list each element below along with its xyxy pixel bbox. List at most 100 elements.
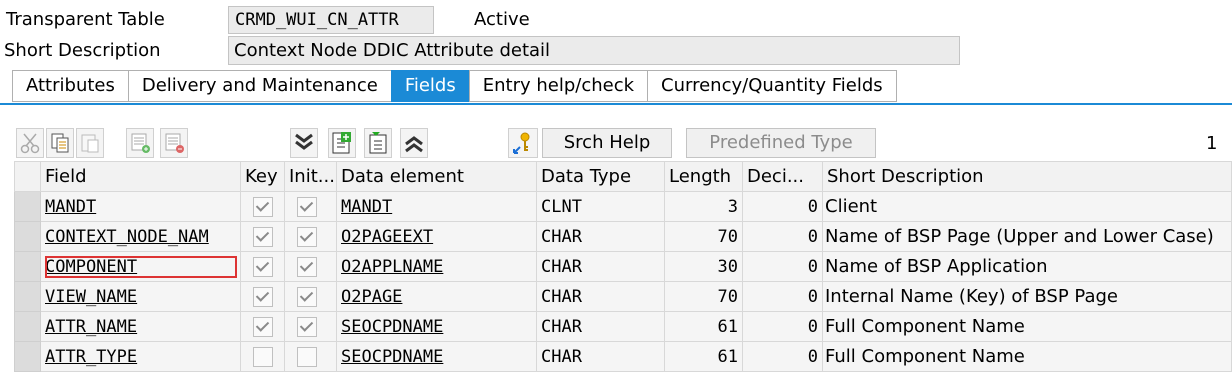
- length-cell[interactable]: 70: [664, 221, 743, 252]
- initial-values-checkbox[interactable]: [297, 286, 317, 307]
- tab-entry-help-check[interactable]: Entry help/check: [468, 70, 648, 102]
- short-description-cell: Internal Name (Key) of BSP Page: [822, 281, 1232, 312]
- decimals-cell[interactable]: 0: [742, 251, 823, 282]
- data-element-link[interactable]: O2PAGEEXT: [341, 227, 433, 247]
- length-cell[interactable]: 70: [664, 281, 743, 312]
- tab-attributes[interactable]: Attributes: [12, 70, 128, 102]
- length-cell[interactable]: 30: [664, 251, 743, 282]
- field-cell[interactable]: COMPONENT: [40, 251, 241, 282]
- search-help-button[interactable]: Srch Help: [542, 128, 672, 158]
- insert-row-icon[interactable]: [126, 128, 154, 158]
- data-type-cell[interactable]: CLNT: [536, 191, 665, 222]
- insert-field-icon[interactable]: [328, 128, 356, 158]
- field-name[interactable]: CONTEXT_NODE_NAM: [45, 227, 209, 247]
- delete-row-icon[interactable]: [160, 128, 188, 158]
- column-header-data-type[interactable]: Data Type: [536, 161, 665, 192]
- fields-table: Field Key Init... Data element Data Type…: [14, 161, 1232, 372]
- field-cell[interactable]: ATTR_TYPE: [40, 341, 241, 372]
- key-checkbox-cell: [240, 311, 285, 342]
- field-cell[interactable]: MANDT: [40, 191, 241, 222]
- data-element-link[interactable]: O2PAGE: [341, 287, 402, 307]
- data-type-cell[interactable]: CHAR: [536, 281, 665, 312]
- length-cell[interactable]: 61: [664, 341, 743, 372]
- key-checkbox[interactable]: [253, 226, 273, 247]
- row-selector-header[interactable]: [14, 161, 41, 192]
- initial-values-checkbox[interactable]: [297, 256, 317, 277]
- decimals-cell[interactable]: 0: [742, 191, 823, 222]
- table-header-row: Field Key Init... Data element Data Type…: [14, 161, 1232, 192]
- column-header-decimals[interactable]: Deci...: [742, 161, 823, 192]
- expand-all-icon[interactable]: [290, 128, 318, 158]
- decimals-cell[interactable]: 0: [742, 221, 823, 252]
- key-checkbox[interactable]: [253, 256, 273, 277]
- data-element-cell[interactable]: SEOCPDNAME: [336, 311, 537, 342]
- column-header-short-description[interactable]: Short Description: [822, 161, 1232, 192]
- collapse-all-icon[interactable]: [400, 128, 428, 158]
- tab-currency-quantity-fields[interactable]: Currency/Quantity Fields: [647, 70, 897, 102]
- initial-values-checkbox[interactable]: [297, 226, 317, 247]
- row-selector[interactable]: [14, 311, 41, 342]
- field-name[interactable]: ATTR_TYPE: [45, 347, 137, 367]
- column-header-key[interactable]: Key: [240, 161, 285, 192]
- data-element-cell[interactable]: O2PAGE: [336, 281, 537, 312]
- predefined-type-button[interactable]: Predefined Type: [686, 128, 876, 158]
- initial-values-checkbox[interactable]: [297, 316, 317, 337]
- field-cell[interactable]: VIEW_NAME: [40, 281, 241, 312]
- data-element-link[interactable]: SEOCPDNAME: [341, 317, 443, 337]
- data-type-cell[interactable]: CHAR: [536, 251, 665, 282]
- initial-values-checkbox[interactable]: [297, 346, 317, 367]
- short-description-cell: Name of BSP Page (Upper and Lower Case): [822, 221, 1232, 252]
- data-type-cell[interactable]: CHAR: [536, 341, 665, 372]
- decimals-cell[interactable]: 0: [742, 311, 823, 342]
- decimals-cell[interactable]: 0: [742, 341, 823, 372]
- row-selector[interactable]: [14, 281, 41, 312]
- data-element-cell[interactable]: O2APPLNAME: [336, 251, 537, 282]
- short-description-field[interactable]: Context Node DDIC Attribute detail: [228, 36, 960, 65]
- row-selector[interactable]: [14, 251, 41, 282]
- copy-icon[interactable]: [46, 128, 74, 158]
- search-help-key-icon[interactable]: [508, 128, 538, 158]
- data-type-cell[interactable]: CHAR: [536, 221, 665, 252]
- decimals-cell[interactable]: 0: [742, 281, 823, 312]
- initial-values-checkbox[interactable]: [297, 196, 317, 217]
- field-name[interactable]: ATTR_NAME: [45, 317, 137, 337]
- page-number: 1: [1206, 133, 1218, 154]
- initial-checkbox-cell: [284, 341, 337, 372]
- cut-icon[interactable]: [16, 128, 44, 158]
- field-name[interactable]: COMPONENT: [45, 257, 137, 277]
- initial-checkbox-cell: [284, 281, 337, 312]
- key-checkbox[interactable]: [253, 286, 273, 307]
- select-icon[interactable]: [364, 128, 392, 158]
- tab-fields[interactable]: Fields: [390, 70, 469, 102]
- tab-delivery-and-maintenance[interactable]: Delivery and Maintenance: [127, 70, 391, 102]
- data-element-cell[interactable]: SEOCPDNAME: [336, 341, 537, 372]
- column-header-data-element[interactable]: Data element: [336, 161, 537, 192]
- data-type-cell[interactable]: CHAR: [536, 311, 665, 342]
- table-row: CONTEXT_NODE_NAM O2PAGEEXT CHAR 70 0 Name of …: [14, 221, 1232, 252]
- key-checkbox[interactable]: [253, 196, 273, 217]
- length-cell[interactable]: 61: [664, 311, 743, 342]
- column-header-length[interactable]: Length: [664, 161, 743, 192]
- data-element-cell[interactable]: MANDT: [336, 191, 537, 222]
- data-element-cell[interactable]: O2PAGEEXT: [336, 221, 537, 252]
- table-row: VIEW_NAME O2PAGE CHAR 70 0 Internal Name (Key…: [14, 281, 1232, 312]
- table-name-field[interactable]: CRMD_WUI_CN_ATTR: [228, 6, 434, 34]
- column-header-initial[interactable]: Init...: [284, 161, 337, 192]
- row-selector[interactable]: [14, 221, 41, 252]
- paste-icon[interactable]: [76, 128, 104, 158]
- field-cell[interactable]: ATTR_NAME: [40, 311, 241, 342]
- field-name[interactable]: MANDT: [45, 197, 96, 217]
- row-selector[interactable]: [14, 191, 41, 222]
- data-element-link[interactable]: SEOCPDNAME: [341, 347, 443, 367]
- key-checkbox[interactable]: [253, 346, 273, 367]
- key-checkbox[interactable]: [253, 316, 273, 337]
- field-name[interactable]: VIEW_NAME: [45, 287, 137, 307]
- column-header-field[interactable]: Field: [40, 161, 241, 192]
- table-row: MANDT MANDT CLNT 3 0 Client: [14, 191, 1232, 222]
- field-cell[interactable]: CONTEXT_NODE_NAM: [40, 221, 241, 252]
- length-cell[interactable]: 3: [664, 191, 743, 222]
- data-element-link[interactable]: MANDT: [341, 197, 392, 217]
- key-checkbox-cell: [240, 191, 285, 222]
- row-selector[interactable]: [14, 341, 41, 372]
- data-element-link[interactable]: O2APPLNAME: [341, 257, 443, 277]
